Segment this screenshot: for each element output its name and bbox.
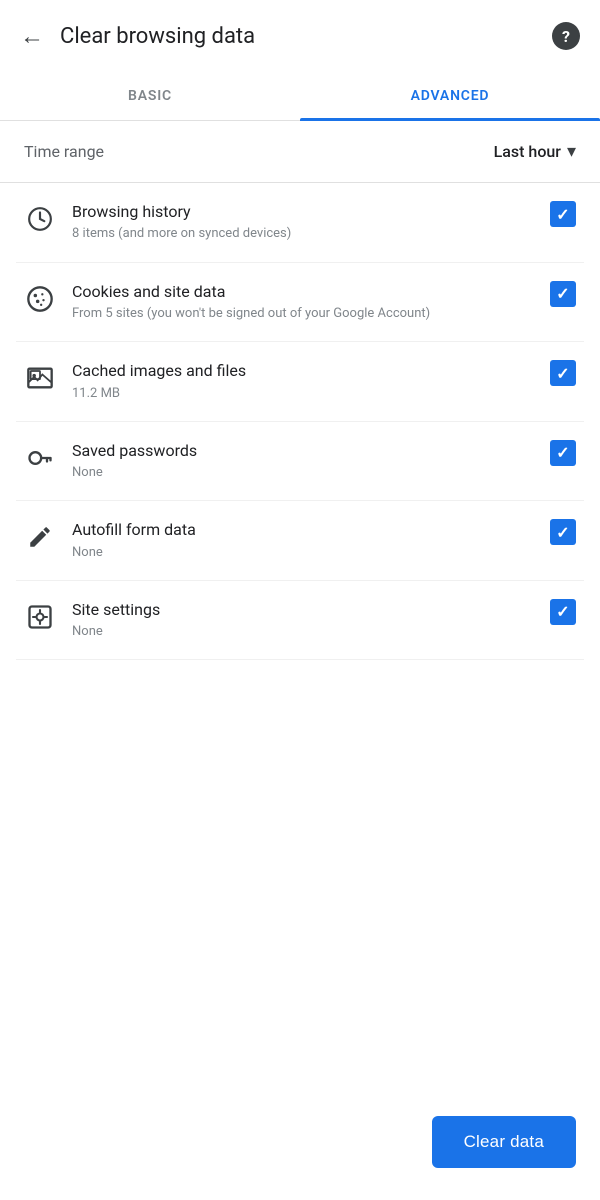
cookie-icon: [24, 283, 56, 315]
saved-passwords-checkbox[interactable]: [550, 440, 576, 466]
header-left: ← Clear browsing data: [20, 22, 255, 51]
tabs-container: BASIC ADVANCED: [0, 72, 600, 121]
cached-images-checkbox[interactable]: [550, 360, 576, 386]
item-subtitle: None: [72, 464, 534, 482]
header: ← Clear browsing data ?: [0, 0, 600, 72]
item-content: Cookies and site data From 5 sites (you …: [72, 281, 534, 324]
item-content: Browsing history 8 items (and more on sy…: [72, 201, 534, 244]
item-content: Cached images and files 11.2 MB: [72, 360, 534, 403]
time-range-label: Time range: [24, 142, 104, 161]
list-item: Cached images and files 11.2 MB: [16, 342, 584, 422]
item-subtitle: From 5 sites (you won't be signed out of…: [72, 305, 534, 323]
item-title: Saved passwords: [72, 440, 534, 462]
cookies-checkbox[interactable]: [550, 281, 576, 307]
back-button[interactable]: ←: [20, 22, 44, 51]
time-range-row: Time range Last hour ▾: [0, 121, 600, 183]
pencil-icon: [24, 521, 56, 553]
item-subtitle: 11.2 MB: [72, 385, 534, 403]
image-icon: [24, 362, 56, 394]
items-list: Browsing history 8 items (and more on sy…: [0, 183, 600, 660]
browsing-history-checkbox[interactable]: [550, 201, 576, 227]
key-icon: [24, 442, 56, 474]
help-button[interactable]: ?: [552, 22, 580, 50]
time-range-select[interactable]: Last hour ▾: [494, 141, 576, 162]
item-subtitle: None: [72, 544, 534, 562]
clear-button-container: Clear data: [432, 1116, 576, 1168]
list-item: Cookies and site data From 5 sites (you …: [16, 263, 584, 343]
item-title: Browsing history: [72, 201, 534, 223]
item-title: Cookies and site data: [72, 281, 534, 303]
site-settings-icon: [24, 601, 56, 633]
list-item: Saved passwords None: [16, 422, 584, 502]
tab-advanced[interactable]: ADVANCED: [300, 72, 600, 120]
item-title: Site settings: [72, 599, 534, 621]
clear-data-button[interactable]: Clear data: [432, 1116, 576, 1168]
dropdown-arrow-icon: ▾: [567, 141, 576, 162]
list-item: Site settings None: [16, 581, 584, 661]
item-subtitle: 8 items (and more on synced devices): [72, 225, 534, 243]
list-item: Autofill form data None: [16, 501, 584, 581]
page-title: Clear browsing data: [60, 24, 255, 49]
site-settings-checkbox[interactable]: [550, 599, 576, 625]
item-title: Cached images and files: [72, 360, 534, 382]
list-item: Browsing history 8 items (and more on sy…: [16, 183, 584, 263]
item-subtitle: None: [72, 623, 534, 641]
tab-basic[interactable]: BASIC: [0, 72, 300, 120]
item-content: Autofill form data None: [72, 519, 534, 562]
time-range-value: Last hour: [494, 142, 561, 161]
item-content: Saved passwords None: [72, 440, 534, 483]
autofill-checkbox[interactable]: [550, 519, 576, 545]
item-content: Site settings None: [72, 599, 534, 642]
item-title: Autofill form data: [72, 519, 534, 541]
clock-icon: [24, 203, 56, 235]
